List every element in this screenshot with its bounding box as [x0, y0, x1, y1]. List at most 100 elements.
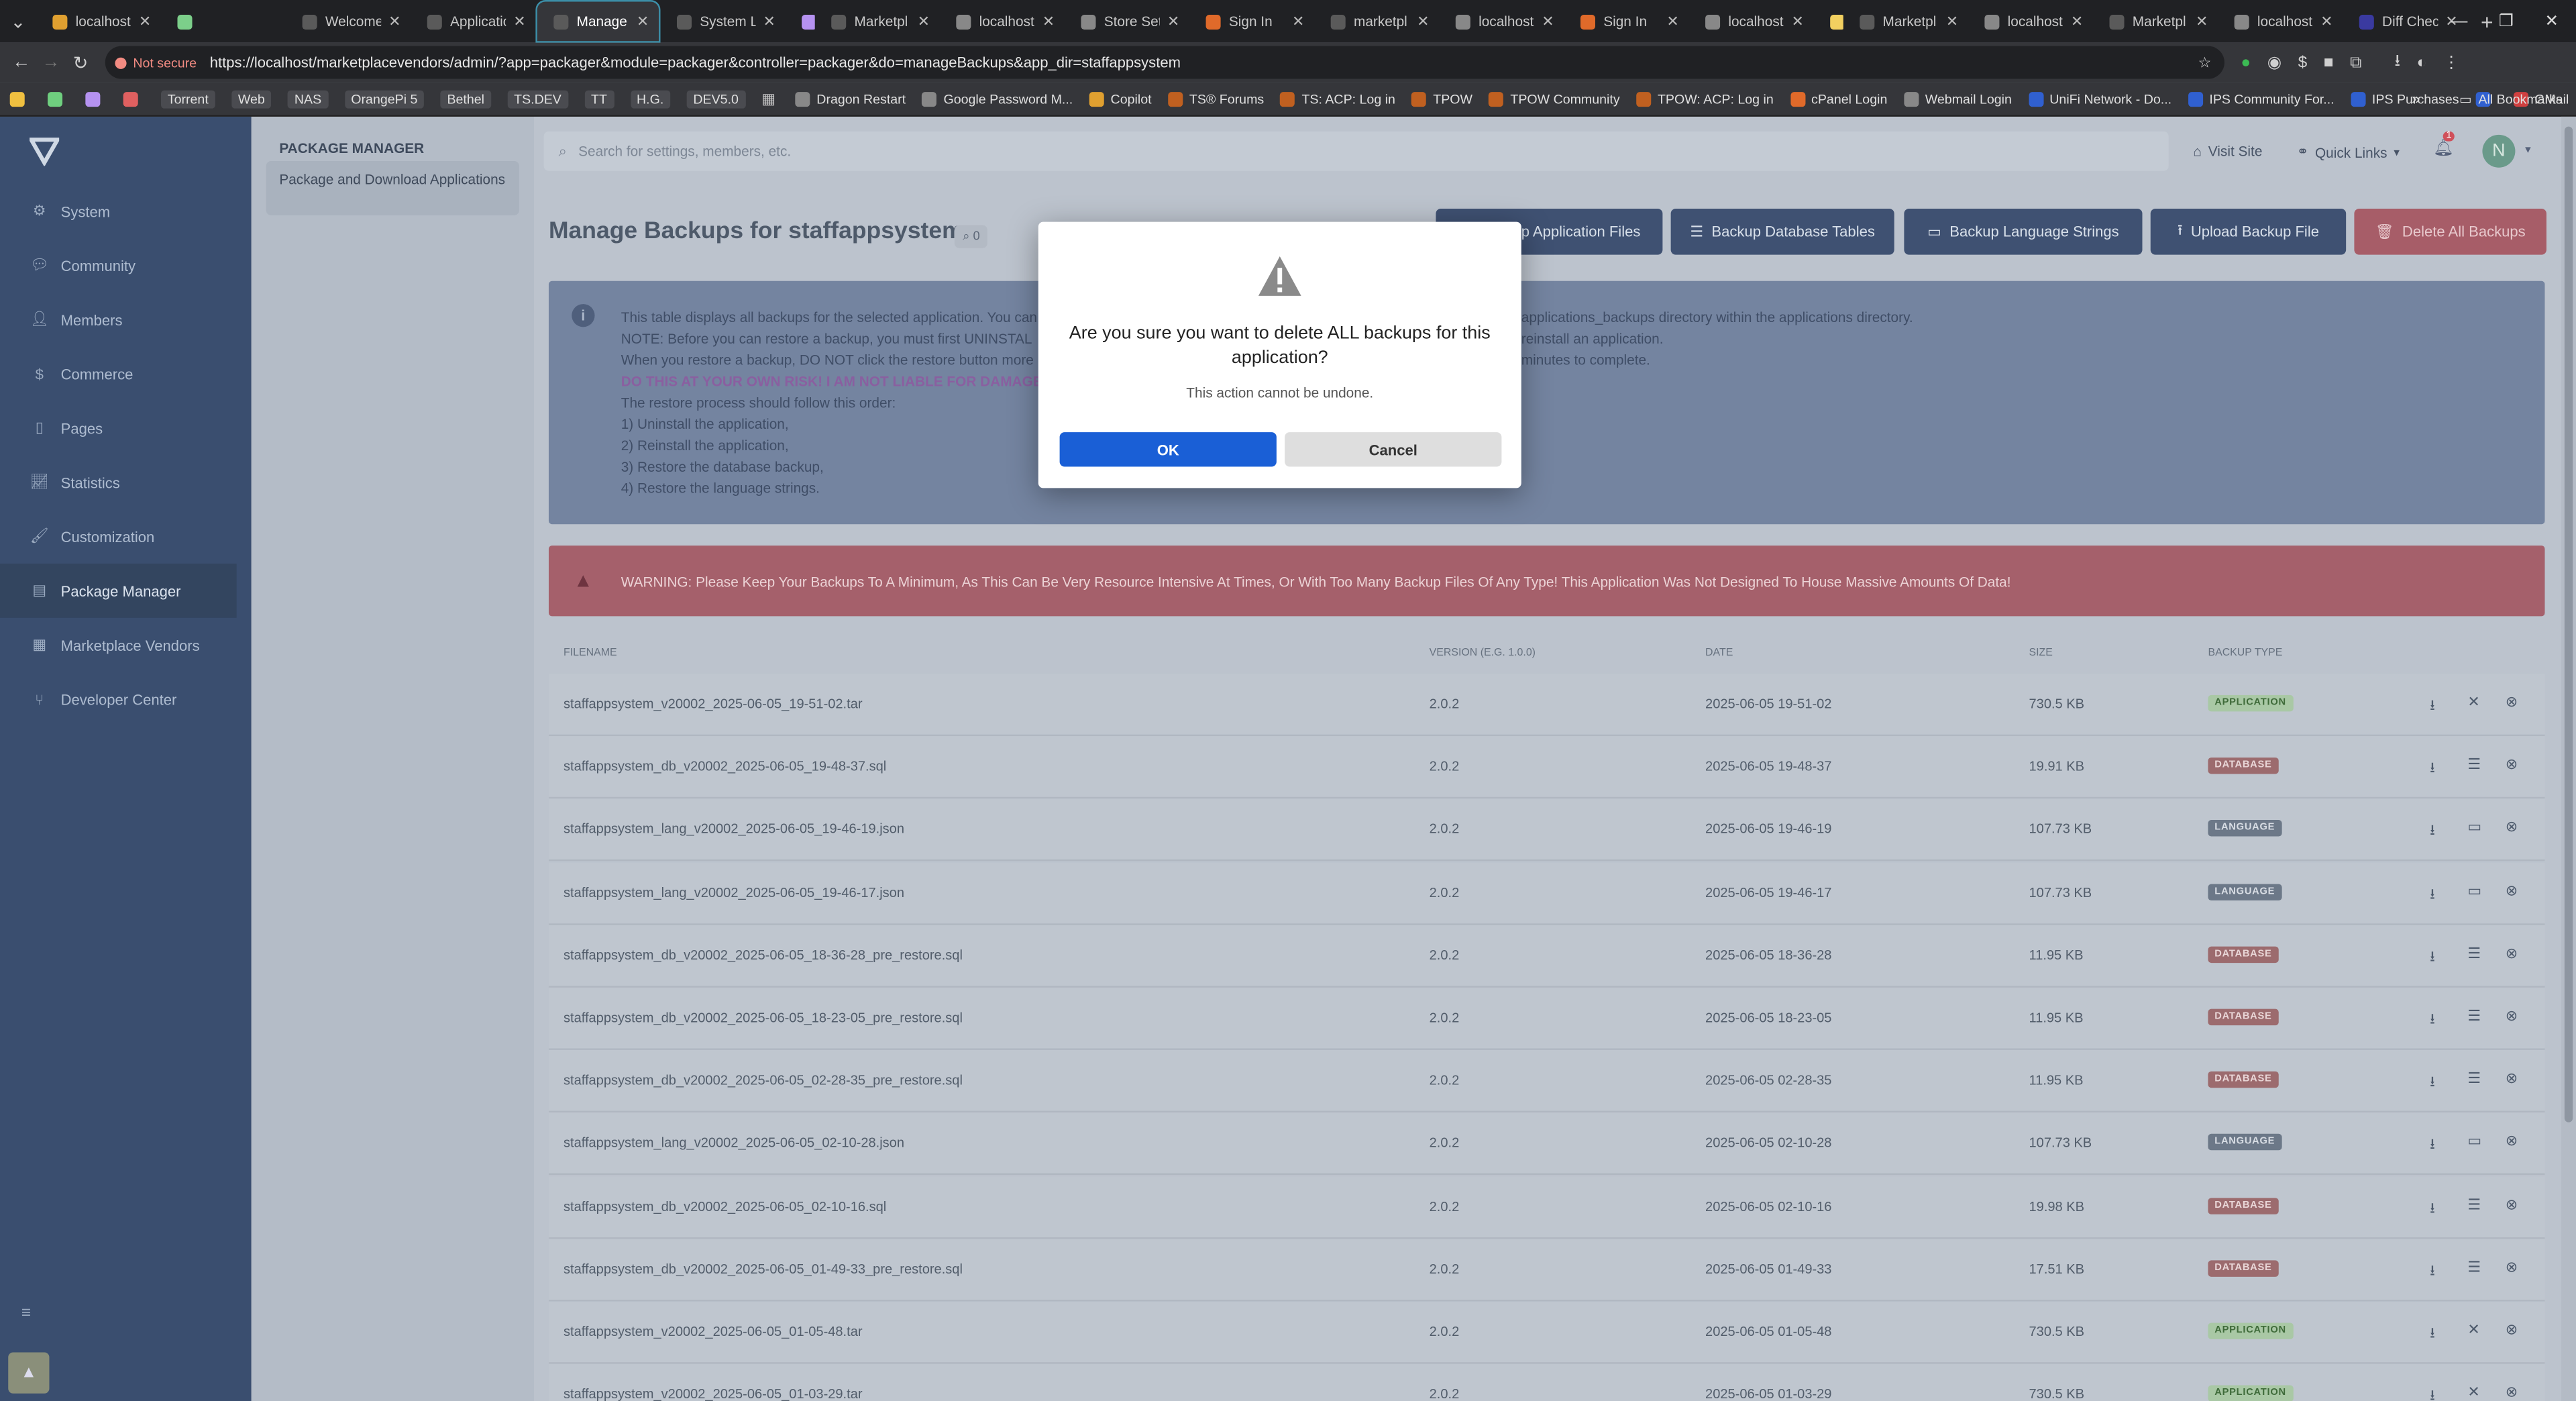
more-bookmarks-icon[interactable]: » — [2412, 91, 2420, 107]
bookmark-item[interactable]: TPOW: ACP: Log in — [1636, 91, 1774, 106]
tab-close-icon[interactable]: ✕ — [2320, 12, 2332, 30]
sidebar-item-customization[interactable]: 🖌︎ Customization — [0, 509, 252, 564]
ok-button[interactable]: OK — [1059, 432, 1277, 467]
visit-site-link[interactable]: ⌂ Visit Site — [2193, 143, 2262, 159]
tab-close-icon[interactable]: ✕ — [1167, 12, 1179, 30]
tab-close-icon[interactable]: ✕ — [1792, 12, 1804, 30]
extension-green-icon[interactable]: ● — [2241, 54, 2251, 72]
sidebar-item-developer-center[interactable]: ⑂ Developer Center — [0, 672, 252, 727]
bookmark-item[interactable]: H.G. — [630, 89, 671, 108]
download-icon[interactable]: ⭳ — [2430, 756, 2435, 782]
page-scrollbar[interactable] — [2561, 116, 2576, 1401]
delete-icon[interactable]: ⊗ — [2506, 1007, 2518, 1025]
browser-tab[interactable]: System Lo ✕ — [660, 0, 785, 43]
bookmark-item[interactable]: TS: ACP: Log in — [1280, 91, 1395, 106]
browser-tab[interactable] — [786, 0, 815, 43]
browser-tab[interactable]: Marketpl ✕ — [1843, 0, 1968, 43]
browser-tab[interactable]: Sign In ✕ — [1564, 0, 1688, 43]
forward-icon[interactable]: → — [36, 52, 66, 72]
subnav-item-package-download[interactable]: Package and Download Applications — [266, 161, 519, 215]
download-icon[interactable]: ⭳ — [2430, 1258, 2435, 1284]
url-text[interactable]: https://localhost/marketplacevendors/adm… — [210, 54, 1181, 70]
bookmark-star-icon[interactable]: ☆ — [2198, 54, 2212, 72]
bookmark-item[interactable]: IPS Community For... — [2188, 91, 2334, 106]
bookmark-item[interactable] — [48, 91, 69, 106]
download-icon[interactable]: ⭳ — [2430, 1384, 2435, 1401]
database-restore-icon[interactable]: ☰ — [2467, 756, 2481, 774]
tab-close-icon[interactable]: ✕ — [513, 12, 525, 30]
tab-close-icon[interactable]: ✕ — [1666, 12, 1678, 30]
admin-search[interactable]: ⌕ Search for settings, members, etc. — [543, 131, 2169, 171]
bookmark-item[interactable]: Google Password M... — [922, 91, 1073, 106]
reload-icon[interactable]: ↻ — [66, 52, 95, 73]
browser-tab[interactable]: Sign In ✕ — [1189, 0, 1314, 43]
close-icon[interactable]: ✕ — [2467, 1321, 2479, 1339]
bookmark-item[interactable]: OrangePi 5 — [344, 89, 425, 108]
tab-close-icon[interactable]: ✕ — [139, 12, 151, 30]
download-icon[interactable]: ⭳ — [2430, 1007, 2435, 1033]
back-icon[interactable]: ← — [7, 52, 36, 72]
download-icon[interactable]: ⭳ — [2430, 1070, 2435, 1096]
tab-close-icon[interactable]: ✕ — [1292, 12, 1304, 30]
delete-icon[interactable]: ⊗ — [2506, 882, 2518, 900]
sidebar-item-package-manager[interactable]: ▤ Package Manager — [0, 564, 237, 618]
download-icon[interactable]: ⭳ — [2430, 1196, 2435, 1222]
tab-search-icon[interactable]: ⌄ — [0, 11, 36, 32]
download-icon[interactable]: ⭳ — [2430, 693, 2435, 719]
browser-tab[interactable]: Manage B ✕ — [535, 0, 661, 43]
tab-close-icon[interactable]: ✕ — [1946, 12, 1958, 30]
browser-tab[interactable]: Welcome ✕ — [286, 0, 411, 43]
bookmark-item[interactable]: Torrent — [161, 89, 215, 108]
extension-icon-3[interactable]: ■ — [2324, 54, 2334, 72]
profile-icon[interactable]: ◐ — [2417, 54, 2427, 72]
bookmark-item[interactable]: IPS Purchases — [2351, 91, 2459, 106]
bookmark-item[interactable]: UniFi Network - Do... — [2028, 91, 2171, 106]
tab-close-icon[interactable]: ✕ — [918, 12, 930, 30]
language-restore-icon[interactable]: ▭ — [2467, 819, 2481, 837]
delete-icon[interactable]: ⊗ — [2506, 756, 2518, 774]
delete-icon[interactable]: ⊗ — [2506, 1133, 2518, 1151]
browser-tab[interactable] — [161, 0, 286, 43]
browser-tab[interactable]: Store Sett ✕ — [1065, 0, 1189, 43]
sidebar-item-pages[interactable]: ▯ Pages — [0, 401, 252, 456]
backup-database-tables-button[interactable]: ☰ Backup Database Tables — [1670, 209, 1894, 255]
logo-icon[interactable] — [28, 136, 61, 167]
browser-tab[interactable]: localhost ✕ — [36, 0, 161, 43]
bookmark-item[interactable]: Webmail Login — [1903, 91, 2012, 106]
tab-close-icon[interactable]: ✕ — [1542, 12, 1554, 30]
language-restore-icon[interactable]: ▭ — [2467, 1133, 2481, 1151]
avatar[interactable]: N — [2482, 134, 2516, 168]
address-bar[interactable]: Not secure https://localhost/marketplace… — [105, 46, 2224, 79]
delete-icon[interactable]: ⊗ — [2506, 1070, 2518, 1088]
browser-tab[interactable]: Marketpl ✕ — [2093, 0, 2218, 43]
delete-icon[interactable]: ⊗ — [2506, 945, 2518, 963]
browser-tab[interactable]: localhost ✕ — [1689, 0, 1814, 43]
bookmark-item[interactable]: TPOW Community — [1489, 91, 1620, 106]
avatar-chevron-icon[interactable]: ▾ — [2525, 143, 2531, 156]
browser-tab[interactable] — [1814, 0, 1843, 43]
extension-icon-1[interactable]: ◉ — [2267, 54, 2282, 72]
download-icon[interactable]: ⭳ — [2430, 945, 2435, 971]
downloads-icon[interactable]: ⭳ — [2394, 48, 2400, 76]
collapse-menu-icon[interactable]: ≡ — [21, 1305, 31, 1323]
bookmark-item[interactable]: DEV5.0 — [686, 89, 745, 108]
tab-close-icon[interactable]: ✕ — [637, 12, 649, 30]
quick-links-dropdown[interactable]: ⚭ Quick Links ▾ — [2297, 143, 2400, 161]
bookmark-item[interactable]: TS® Forums — [1168, 91, 1264, 106]
close-icon[interactable]: ✕ — [2467, 1384, 2479, 1401]
backup-language-strings-button[interactable]: ▭ Backup Language Strings — [1904, 209, 2143, 255]
notifications-button[interactable]: 🔔︎ 1 — [2433, 131, 2455, 158]
sidebar-item-marketplace-vendors[interactable]: ▦ Marketplace Vendors — [0, 618, 252, 672]
bookmark-item[interactable]: TS.DEV — [507, 89, 568, 108]
tab-close-icon[interactable]: ✕ — [388, 12, 400, 30]
browser-tab[interactable]: Diff Chec ✕ — [2343, 0, 2467, 43]
browser-tab[interactable]: Applicatio ✕ — [411, 0, 535, 43]
download-icon[interactable]: ⭳ — [2430, 882, 2435, 908]
maximize-icon[interactable]: ❐ — [2499, 12, 2514, 30]
download-icon[interactable]: ⭳ — [2430, 1133, 2435, 1159]
tab-close-icon[interactable]: ✕ — [1042, 12, 1055, 30]
close-window-icon[interactable]: ✕ — [2545, 12, 2559, 30]
bookmark-item[interactable] — [85, 91, 107, 106]
search-count-badge[interactable]: ⌕ 0 — [954, 225, 988, 248]
browser-tab[interactable]: localhost ✕ — [1439, 0, 1564, 43]
